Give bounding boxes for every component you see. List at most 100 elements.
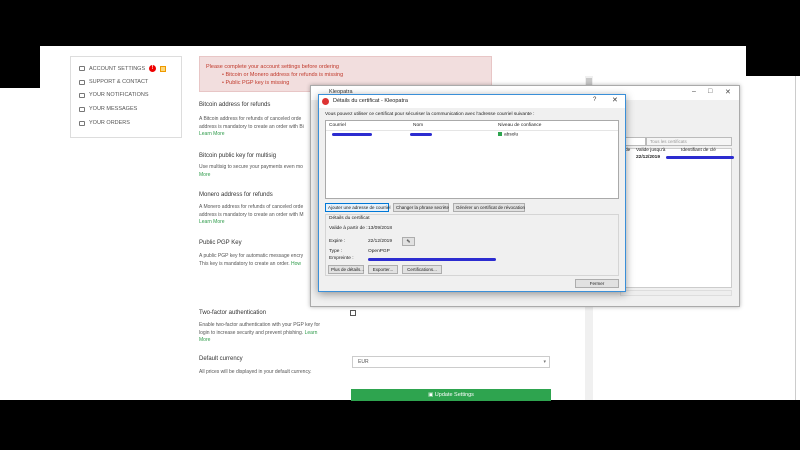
currency-title: Default currency (199, 356, 243, 362)
fingerprint-label: Empreinte : (329, 256, 354, 261)
right-divider (795, 76, 796, 400)
twofa-title: Two-factor authentication (199, 310, 267, 316)
desc-text: login to increase security and prevent p… (199, 329, 304, 336)
desc-line: address is mandatory to create an order … (199, 211, 304, 218)
certifications-button[interactable]: Certifications... (402, 265, 442, 274)
learn-more-link[interactable]: Learn More (199, 219, 304, 227)
minimize-icon[interactable]: – (692, 88, 696, 95)
right-margin (746, 76, 800, 400)
twofa-desc: Enable two-factor authentication with yo… (199, 322, 320, 345)
sidebar-item-orders[interactable]: YOUR ORDERS (79, 120, 130, 126)
redaction-mark (368, 258, 496, 261)
sidebar-item-messages[interactable]: YOUR MESSAGES (79, 106, 137, 112)
kleopatra-hscrollbar[interactable] (620, 290, 732, 296)
learn-more-link[interactable]: Learn More (199, 131, 304, 139)
currency-desc: All prices will be displayed in your def… (199, 369, 312, 375)
learn-more-link[interactable]: More (199, 337, 320, 345)
close-icon[interactable]: ✕ (725, 88, 731, 96)
column-header[interactable]: Nom (413, 123, 423, 128)
user-icon (79, 66, 85, 71)
redaction-mark (332, 133, 372, 136)
sidebar-item-account-settings[interactable]: ACCOUNT SETTINGS ! (79, 65, 167, 72)
pgp-desc: A public PGP key for automatic message e… (199, 253, 303, 268)
learn-more-link[interactable]: Learn (305, 330, 318, 336)
more-details-button[interactable]: Plus de détails... (328, 265, 364, 274)
export-button[interactable]: Exporter... (368, 265, 398, 274)
dialog-titlebar: Détails du certificat - Kleopatra ? ✕ (319, 95, 625, 108)
bell-icon (79, 92, 85, 98)
sidebar-item-label: YOUR ORDERS (89, 120, 130, 126)
trust-level: absolu (504, 132, 519, 138)
support-icon (79, 79, 85, 85)
valid-until-cell[interactable]: 22/12/2019 (636, 155, 660, 160)
type-label: Type : (329, 249, 343, 254)
desc-line: This key is mandatory to create an order… (199, 261, 303, 269)
maximize-icon[interactable]: □ (708, 88, 712, 95)
alert-heading: Please complete your account settings be… (206, 64, 339, 70)
currency-select[interactable]: EUR ▾ (352, 356, 550, 368)
learn-more-link[interactable]: How (291, 261, 301, 267)
close-icon[interactable]: ✕ (612, 96, 618, 104)
certificate-details-dialog: Détails du certificat - Kleopatra ? ✕ Vo… (318, 94, 626, 292)
close-button[interactable]: Fermer (575, 279, 619, 288)
sidebar-item-support[interactable]: SUPPORT & CONTACT (79, 79, 148, 85)
expires-value: 22/12/2019 (368, 239, 393, 244)
update-settings-button[interactable]: ▣ Update Settings (351, 389, 551, 401)
add-email-button[interactable]: Ajouter une adresse de courriel (325, 203, 391, 212)
generate-revocation-button[interactable]: Générer un certificat de révocation (453, 203, 525, 212)
desc-line: A Monero address for refunds of canceled… (199, 204, 304, 210)
certificate-details-group: Détails du certificat Valide à partir de… (325, 214, 619, 276)
trust-cell[interactable]: absolu (498, 132, 518, 137)
header-divider (326, 130, 618, 131)
redaction-mark (410, 133, 432, 136)
sidebar-item-label: YOUR NOTIFICATIONS (89, 92, 149, 98)
btc-multisig-title: Bitcoin public key for multisig (199, 153, 277, 159)
sidebar-item-notifications[interactable]: YOUR NOTIFICATIONS (79, 92, 148, 98)
desc-line: address is mandatory to create an order … (199, 123, 304, 130)
desc-text: This key is mandatory to create an order… (199, 260, 290, 267)
learn-more-link[interactable]: More (199, 172, 303, 180)
btc-multisig-desc: Use multisig to secure your payments eve… (199, 164, 303, 179)
xmr-refund-title: Monero address for refunds (199, 192, 273, 198)
dialog-title: Détails du certificat - Kleopatra (333, 98, 408, 104)
change-passphrase-button[interactable]: Changer la phrase secrète (393, 203, 449, 212)
save-icon: ▣ (428, 392, 434, 398)
update-settings-label: Update Settings (434, 392, 474, 398)
alert-item: Bitcoin or Monero address for refunds is… (222, 71, 485, 79)
expires-label: Expire : (329, 239, 346, 244)
warning-icon (160, 65, 167, 72)
valid-from-value: 13/09/2018 (368, 226, 393, 231)
left-margin (0, 88, 40, 400)
desc-line: Enable two-factor authentication with yo… (199, 322, 321, 328)
redaction-mark (666, 156, 734, 159)
edit-expiry-button[interactable]: ✎ (402, 237, 415, 246)
column-header[interactable]: Courriel (329, 123, 346, 128)
desc-line: Use multisig to secure your payments eve… (199, 164, 303, 170)
cart-icon (79, 120, 85, 126)
btc-refund-title: Bitcoin address for refunds (199, 102, 271, 108)
pgp-title: Public PGP Key (199, 240, 242, 246)
column-header[interactable]: Valide jusqu'à (636, 148, 665, 153)
valid-from-label: Valide à partir de : (329, 226, 368, 231)
desc-line: A public PGP key for automatic message e… (199, 253, 304, 259)
trust-level-icon (498, 132, 502, 136)
btc-refund-desc: A Bitcoin address for refunds of cancele… (199, 116, 304, 139)
twofa-checkbox[interactable] (350, 310, 356, 316)
sidebar-item-label: ACCOUNT SETTINGS (89, 65, 146, 72)
group-title: Détails du certificat (329, 216, 370, 221)
sidebar-item-label: SUPPORT & CONTACT (89, 79, 149, 85)
screen: ACCOUNT SETTINGS ! SUPPORT & CONTACT YOU… (0, 0, 800, 450)
column-header[interactable]: Identifiant de clé (681, 148, 716, 153)
currency-value: EUR (358, 359, 369, 365)
type-value: OpenPGP (368, 249, 390, 254)
pencil-icon: ✎ (406, 239, 411, 245)
certificate-filter-select[interactable]: Tous les certificats (646, 137, 732, 146)
xmr-refund-desc: A Monero address for refunds of canceled… (199, 204, 304, 227)
column-header[interactable]: Niveau de confiance (498, 123, 541, 128)
kleopatra-logo-icon (322, 98, 329, 105)
desc-line: A Bitcoin address for refunds of cancele… (199, 116, 302, 122)
help-button[interactable]: ? (593, 97, 596, 103)
certificate-list[interactable] (620, 148, 732, 288)
warning-badge: ! (149, 65, 157, 72)
user-id-table[interactable]: Courriel Nom Niveau de confiance absolu (325, 120, 619, 199)
